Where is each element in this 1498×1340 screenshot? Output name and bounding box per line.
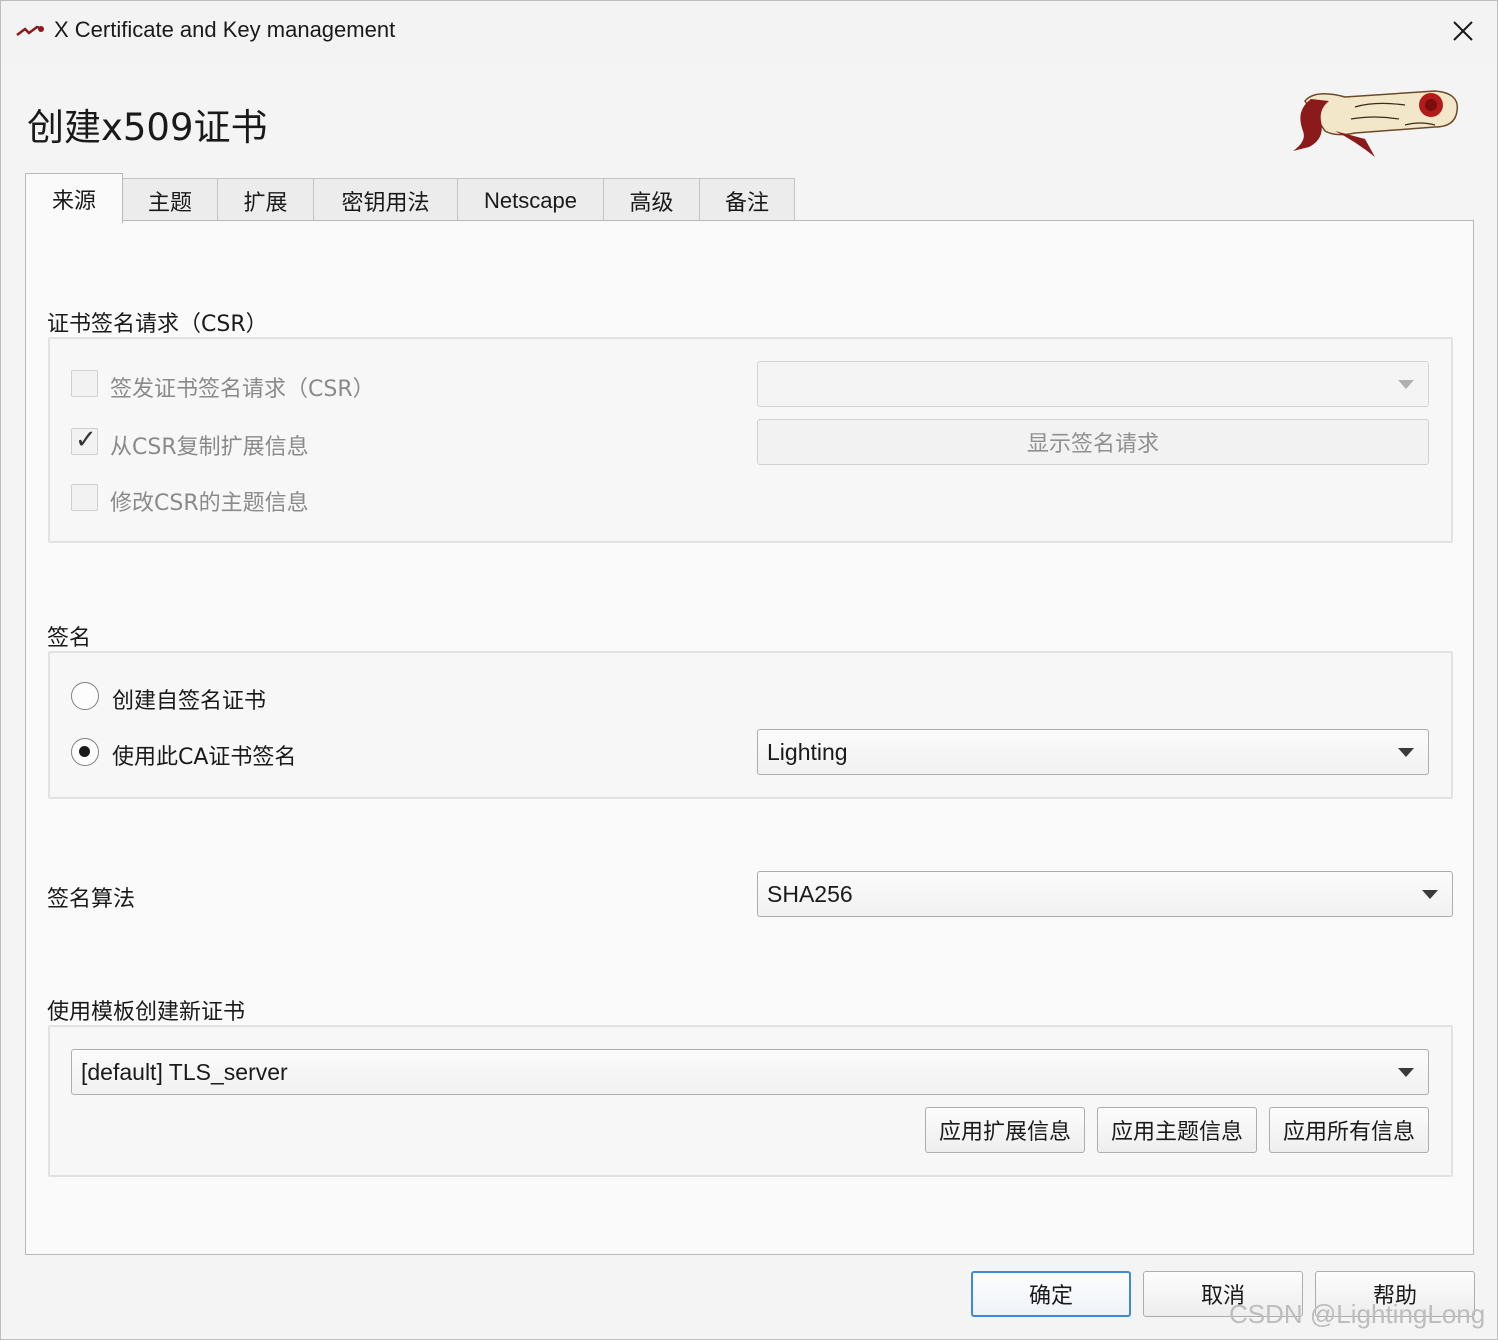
- dialog-window: X Certificate and Key management 创建x509证…: [0, 0, 1498, 1340]
- csr-select[interactable]: [757, 361, 1429, 407]
- tab-source[interactable]: 来源: [25, 173, 123, 223]
- copy-ext-checkbox[interactable]: ✓: [71, 425, 98, 455]
- close-icon: [1453, 21, 1473, 41]
- algorithm-select-value: SHA256: [767, 881, 853, 907]
- template-select-value: [default] TLS_server: [81, 1059, 288, 1085]
- tab-advanced[interactable]: 高级: [603, 178, 700, 222]
- apply-subject-button[interactable]: 应用主题信息: [1097, 1107, 1257, 1153]
- template-group-box: [48, 1025, 1453, 1177]
- template-group-label: 使用模板创建新证书: [47, 1000, 246, 1025]
- window-title: X Certificate and Key management: [54, 17, 396, 42]
- app-icon: [16, 25, 44, 36]
- template-select[interactable]: [default] TLS_server: [71, 1049, 1429, 1095]
- chevron-down-icon: [1398, 1068, 1414, 1077]
- modify-subject-label: 修改CSR的主题信息: [110, 491, 309, 516]
- page-title: 创建x509证书: [27, 106, 268, 149]
- ok-button[interactable]: 确定: [971, 1271, 1131, 1317]
- chevron-down-icon: [1422, 890, 1438, 899]
- self-signed-radio[interactable]: [71, 682, 99, 710]
- tab-comment[interactable]: 备注: [699, 178, 795, 222]
- xca-scroll-logo: [1293, 90, 1459, 157]
- ca-select-value: Lighting: [767, 739, 848, 765]
- apply-extensions-button[interactable]: 应用扩展信息: [925, 1107, 1085, 1153]
- signing-group-box: [48, 651, 1453, 799]
- algorithm-label: 签名算法: [47, 887, 136, 912]
- tab-key-usage[interactable]: 密钥用法: [313, 178, 458, 222]
- tab-extensions[interactable]: 扩展: [217, 178, 314, 222]
- use-ca-label: 使用此CA证书签名: [112, 745, 297, 770]
- tab-subject[interactable]: 主题: [122, 178, 218, 222]
- csr-group-label: 证书签名请求（CSR）: [47, 312, 268, 337]
- apply-all-button[interactable]: 应用所有信息: [1269, 1107, 1429, 1153]
- signing-group-label: 签名: [47, 626, 92, 651]
- sign-csr-checkbox[interactable]: [71, 370, 98, 397]
- radio-selected-dot: [79, 746, 90, 757]
- close-button[interactable]: [1441, 11, 1485, 51]
- self-signed-label: 创建自签名证书: [112, 689, 267, 714]
- ca-select[interactable]: Lighting: [757, 729, 1429, 775]
- sign-csr-label: 签发证书签名请求（CSR）: [110, 377, 375, 402]
- use-ca-radio[interactable]: [71, 738, 99, 766]
- watermark-text: CSDN @LightingLong: [1229, 1299, 1486, 1329]
- modify-subject-checkbox[interactable]: [71, 484, 98, 511]
- title-bar: X Certificate and Key management: [1, 1, 1497, 63]
- copy-ext-label: 从CSR复制扩展信息: [110, 435, 309, 460]
- show-request-button[interactable]: 显示签名请求: [757, 419, 1429, 465]
- tab-netscape[interactable]: Netscape: [457, 178, 604, 222]
- algorithm-select[interactable]: SHA256: [757, 871, 1453, 917]
- chevron-down-icon: [1398, 748, 1414, 757]
- check-icon: ✓: [75, 425, 97, 455]
- chevron-down-icon: [1398, 380, 1414, 389]
